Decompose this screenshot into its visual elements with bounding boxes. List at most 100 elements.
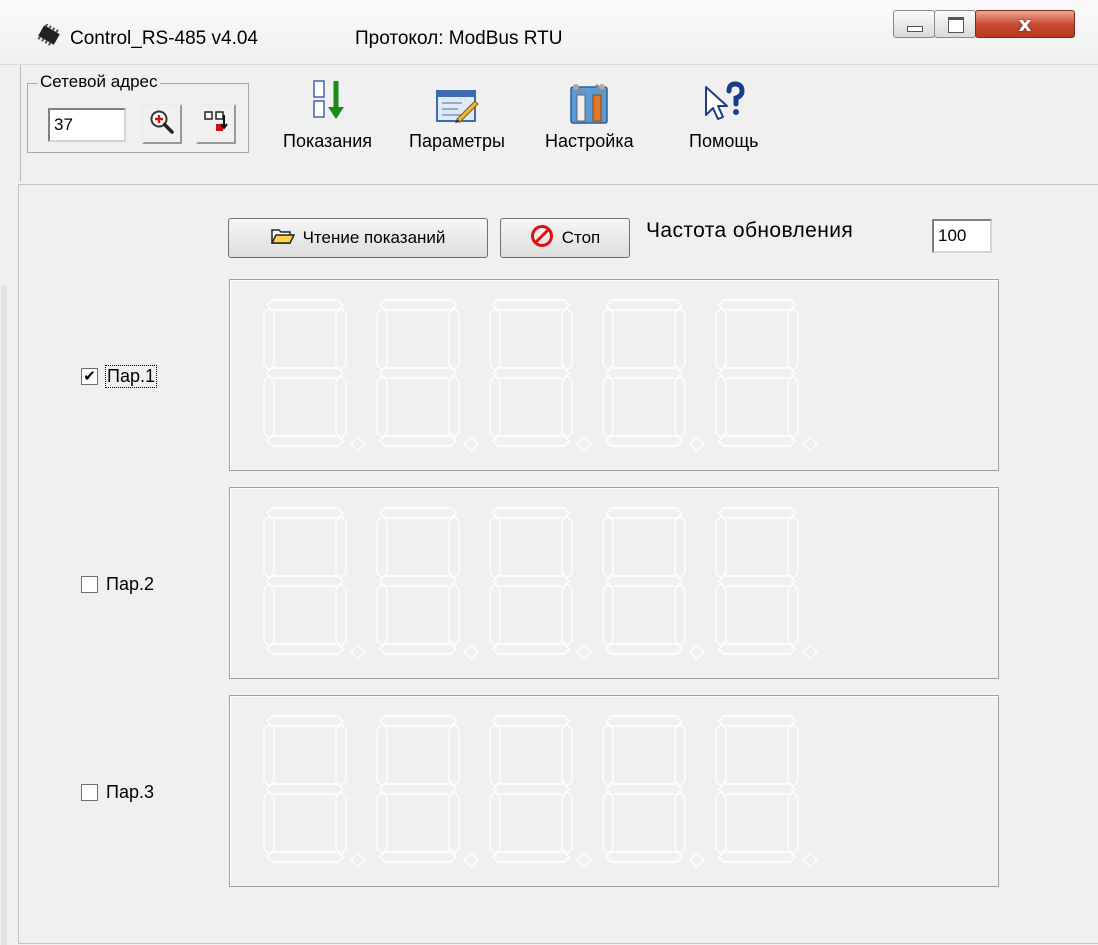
settings-label: Настройка [545,131,634,151]
decimal-point [689,644,705,660]
stop-icon [530,224,554,253]
segment [492,507,570,519]
stop-button[interactable]: Стоп [500,218,630,258]
segment [718,783,796,795]
transfer-icon [204,109,228,140]
protocol-label: Протокол: ModBus RTU [355,28,563,49]
network-address-group: Сетевой адрес [27,73,249,153]
segment [715,307,727,371]
segment [379,783,457,795]
segment [561,375,573,439]
segment [489,723,501,787]
segment [266,715,344,727]
network-address-input[interactable] [48,108,126,142]
parameters-label: Параметры [409,131,505,151]
help-button[interactable]: Помощь [689,79,759,152]
segment [335,375,347,439]
decimal-point [576,436,592,452]
segment [718,715,796,727]
window-title: Control_RS-485 v4.04 [70,28,258,49]
segment [448,375,460,439]
seven-segment-display [229,279,999,471]
segment [602,583,614,647]
decimal-point [802,644,818,660]
search-device-button[interactable] [142,104,182,144]
segment [335,307,347,371]
decimal-point [350,436,366,452]
segment [263,791,275,855]
segment [674,375,686,439]
decimal-point [463,436,479,452]
param-checkbox-1[interactable]: ✔ Пар.1 [81,365,157,388]
minimize-icon [907,26,923,32]
segment [718,435,796,447]
maximize-button[interactable] [934,10,976,38]
stop-label: Стоп [561,228,601,247]
read-readings-button[interactable]: Чтение показаний [228,218,488,258]
digit-4 [602,715,705,868]
digit-5 [715,715,818,868]
segment [492,367,570,379]
readings-label: Показания [283,131,373,151]
digit-2 [376,299,479,452]
segment [715,375,727,439]
digit-5 [715,299,818,452]
segment [489,791,501,855]
segment [376,583,388,647]
refresh-rate-input[interactable] [932,219,992,253]
segment [561,583,573,647]
digit-4 [602,299,705,452]
param-row-2: Пар.2 [19,487,1098,679]
param-checkbox-2[interactable]: Пар.2 [81,574,154,595]
close-button[interactable]: x [975,10,1075,38]
decimal-point [463,644,479,660]
segment [376,515,388,579]
param-label: Пар.2 [106,574,154,594]
window-controls: x [893,10,1075,40]
title-bar[interactable]: Control_RS-485 v4.04 Протокол: ModBus RT… [0,0,1098,65]
parameters-button[interactable]: Параметры [409,79,505,152]
decimal-point [689,852,705,868]
segment [492,783,570,795]
segment [379,367,457,379]
segment [266,507,344,519]
digits-svg [263,299,818,452]
checkbox-box[interactable]: ✔ [81,368,98,385]
param-label: Пар.1 [105,365,157,388]
help-icon [702,79,746,125]
network-address-label: Сетевой адрес [38,72,160,91]
digit-1 [263,299,366,452]
main-panel: Чтение показаний Стоп Частота обновления… [1,184,1098,945]
segment [718,299,796,311]
decimal-point [576,852,592,868]
readings-button[interactable]: Показания [283,79,372,152]
segment [376,375,388,439]
segment [605,783,683,795]
param-checkbox-3[interactable]: Пар.3 [81,782,154,803]
segment [335,723,347,787]
decimal-point [689,436,705,452]
transfer-address-button[interactable] [196,104,236,144]
segment [379,507,457,519]
segment [448,583,460,647]
segment [379,575,457,587]
segment [266,643,344,655]
segment [787,583,799,647]
segment [492,435,570,447]
settings-button[interactable]: Настройка [545,79,634,152]
checkbox-box[interactable] [81,576,98,593]
parameters-icon [435,79,479,125]
segment [376,307,388,371]
decimal-point [576,644,592,660]
decimal-point [802,436,818,452]
segment [718,507,796,519]
segment [602,791,614,855]
checkbox-box[interactable] [81,784,98,801]
open-folder-icon [270,227,295,250]
close-icon: x [1018,12,1032,36]
minimize-button[interactable] [893,10,935,38]
segment [602,307,614,371]
segment [266,367,344,379]
digit-3 [489,299,592,452]
segment [376,723,388,787]
